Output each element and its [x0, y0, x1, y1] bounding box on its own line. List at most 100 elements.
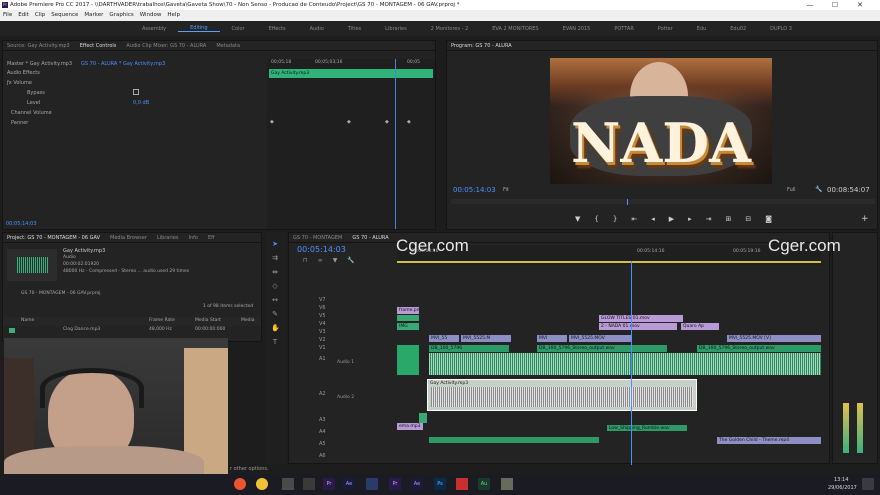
clock-date[interactable]: 29/06/2017 [828, 485, 857, 491]
workspace-tab[interactable]: EVA 2 MONITORES [480, 26, 550, 32]
clip-img[interactable]: IMG [397, 323, 419, 330]
clip-v4[interactable] [397, 315, 419, 321]
menu-help[interactable]: Help [167, 10, 180, 21]
workspace-tab[interactable]: Assembly [130, 26, 178, 32]
volume-effect-row[interactable]: ƒx Volume [7, 80, 32, 86]
audition-icon[interactable]: Au [478, 478, 490, 490]
clip-a1-left[interactable] [397, 345, 419, 375]
chrome-icon[interactable] [256, 478, 268, 490]
col-name[interactable]: Name [21, 318, 34, 323]
linked-selection-icon[interactable]: ∞ [318, 257, 323, 264]
marker-icon[interactable]: ▼ [575, 215, 580, 223]
tab-metadata[interactable]: Metadata [216, 41, 240, 50]
clip-golden-child[interactable]: The Golden Child - Theme.mp4 [717, 437, 821, 444]
bypass-checkbox[interactable] [133, 89, 139, 95]
premiere-taskbar-icon[interactable]: Pr [389, 478, 401, 490]
fit-dropdown[interactable]: Fit [503, 187, 509, 193]
lift-icon[interactable]: ⊞ [726, 215, 732, 223]
level-value[interactable]: 0,0 dB [133, 100, 149, 106]
snap-icon[interactable]: ⊓ [303, 257, 308, 264]
tab-audio-clip-mixer[interactable]: Audio Clip Mixer: GS 70 - ALURA [126, 41, 206, 50]
program-scrub-bar[interactable] [451, 199, 875, 205]
keyframe-icon[interactable]: ◆ [347, 119, 351, 125]
channel-volume-row[interactable]: Channel Volume [11, 110, 52, 116]
app-icon[interactable] [366, 478, 378, 490]
workspace-tab[interactable]: Edu02 [718, 26, 758, 32]
step-forward-icon[interactable]: ▸ [688, 215, 692, 223]
type-tool-icon[interactable]: T [271, 338, 279, 346]
workspace-tab[interactable]: DUPLO 3 [758, 26, 804, 32]
app-icon[interactable] [303, 478, 315, 490]
menu-clip[interactable]: Clip [35, 10, 45, 21]
track-label-v6[interactable]: V6 [319, 305, 326, 311]
clip-a1[interactable]: DB_100_5796 [429, 345, 509, 352]
keyframe-icon[interactable]: ◆ [407, 119, 411, 125]
track-label-a2[interactable]: A2 [319, 391, 326, 397]
panner-row[interactable]: Panner [11, 120, 28, 126]
notification-icon[interactable] [862, 478, 874, 490]
workspace-tab[interactable]: Edu [685, 26, 719, 32]
after-effects-icon[interactable]: Ae [411, 478, 423, 490]
keyframe-icon[interactable]: ◆ [270, 119, 274, 125]
track-label-a1[interactable]: A1 [319, 356, 326, 362]
menu-file[interactable]: File [3, 10, 12, 21]
workspace-tab[interactable]: Effects [257, 26, 298, 32]
effect-clip-bar[interactable]: Gay Activity.mp3 [269, 69, 433, 78]
clip-glow-titles[interactable]: GLOW TITLES 01.mov [599, 315, 683, 322]
clip-a3[interactable]: ema.mp3 [397, 423, 423, 430]
col-frame-rate[interactable]: Frame Rate [149, 318, 175, 323]
clip-v1[interactable]: MVI_5525.MOV [V] [727, 335, 821, 342]
track-label-a5[interactable]: A5 [319, 441, 326, 447]
tab-sequence-alura[interactable]: GS 70 - ALURA [352, 233, 388, 242]
effect-timeline[interactable]: 00;05;18 00;05;03;16 00;05 Gay Activity.… [267, 59, 435, 229]
track-label-v7[interactable]: V7 [319, 297, 326, 303]
clip-rumble[interactable]: Low_Shipping_Rumble.wav [607, 425, 687, 431]
col-media[interactable]: Media [241, 318, 255, 323]
track-area[interactable]: frame.png GLOW TITLES 01.mov IMG 2 - NAD… [397, 267, 823, 463]
clip-quaro[interactable]: Quaro Ap [681, 323, 719, 330]
wrench-icon[interactable]: 🔧 [815, 186, 822, 193]
app-icon[interactable] [282, 478, 294, 490]
workspace-tab[interactable]: POTTAR [602, 26, 645, 32]
minimize-button[interactable]: — [800, 0, 820, 10]
col-media-start[interactable]: Media Start [195, 318, 221, 323]
workspace-tab[interactable]: Libraries [373, 26, 419, 32]
menu-graphics[interactable]: Graphics [109, 10, 133, 21]
master-clip-label[interactable]: Master * Gay Activity.mp3 [7, 61, 72, 67]
clip-a3-small[interactable] [419, 413, 427, 423]
menu-window[interactable]: Window [140, 10, 162, 21]
pen-tool-icon[interactable]: ✎ [271, 310, 279, 318]
timeline-playhead[interactable] [631, 261, 632, 465]
after-effects-icon[interactable]: Ae [343, 478, 355, 490]
clip-a1[interactable]: DB_100_5796_Stereo_output.wav [697, 345, 821, 352]
razor-tool-icon[interactable]: ◇ [271, 282, 279, 290]
workspace-tab[interactable]: Color [220, 26, 257, 32]
track-label-v4[interactable]: V4 [319, 321, 326, 327]
workspace-tab-editing[interactable]: Editing [178, 25, 220, 32]
mark-in-icon[interactable]: { [594, 215, 598, 223]
clip-frame-png[interactable]: frame.png [397, 307, 419, 314]
camera-icon[interactable]: ◙ [765, 215, 772, 223]
workspace-tab[interactable]: Titles [336, 26, 373, 32]
extract-icon[interactable]: ⊟ [745, 215, 751, 223]
workspace-tab[interactable]: 2 Monitores - 2 [419, 26, 481, 32]
program-video-frame[interactable]: NADA [550, 58, 772, 184]
workspace-tab[interactable]: Potter [646, 26, 685, 32]
track-label-v3[interactable]: V3 [319, 329, 326, 335]
track-label-a4[interactable]: A4 [319, 429, 326, 435]
track-label-v1[interactable]: V1 [319, 345, 326, 351]
track-label-a3[interactable]: A3 [319, 417, 326, 423]
play-icon[interactable]: ▶ [669, 215, 674, 223]
track-label-a6[interactable]: A6 [319, 453, 326, 459]
program-timecode[interactable]: 00:05:14:03 [453, 186, 496, 194]
timeline-timecode[interactable]: 00:05:14:03 [297, 245, 346, 254]
tab-effects[interactable]: Eff [208, 233, 215, 242]
tab-source[interactable]: Source: Gay Activity.mp3 [7, 41, 70, 50]
ripple-edit-tool-icon[interactable]: ⇹ [271, 268, 279, 276]
tab-info[interactable]: Info [189, 233, 198, 242]
premiere-taskbar-icon[interactable]: Pr [323, 478, 335, 490]
workspace-tab[interactable]: EVAN 2015 [551, 26, 603, 32]
go-to-out-icon[interactable]: ⇥ [706, 215, 712, 223]
go-to-in-icon[interactable]: ⇤ [631, 215, 637, 223]
effect-playhead[interactable] [395, 59, 396, 229]
